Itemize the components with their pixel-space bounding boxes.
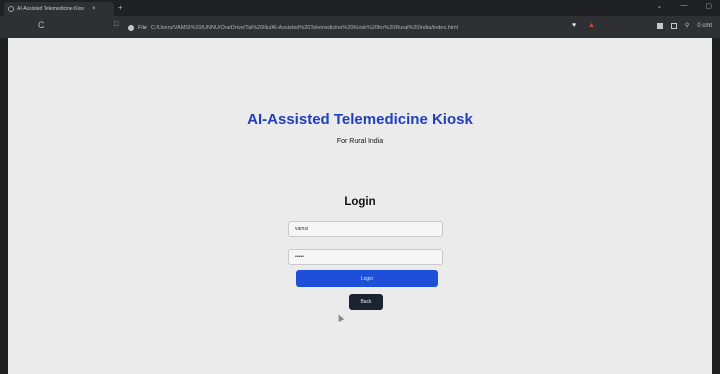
tab-search-icon[interactable]: ⌄ — [657, 2, 663, 10]
back-button[interactable]: Back — [349, 294, 383, 310]
username-input[interactable] — [288, 221, 443, 237]
window-controls: ⌄ — ▢ — [657, 2, 713, 10]
login-heading: Login — [344, 196, 376, 208]
browser-toolbar: C □ File C:/Users/VAMSI%20/UNNU/OneDrive… — [0, 16, 720, 38]
page-title: AI-Assisted Telemedicine Kiosk — [247, 111, 473, 128]
globe-icon — [8, 6, 14, 12]
split-view-icon[interactable] — [670, 22, 677, 29]
file-scheme-label: File — [138, 24, 147, 31]
page-content: AI-Assisted Telemedicine Kiosk For Rural… — [8, 38, 712, 374]
close-icon[interactable]: × — [92, 6, 96, 12]
new-tab-icon[interactable]: + — [118, 3, 123, 12]
mouse-cursor-icon — [335, 313, 345, 322]
tab-title: AI-Assisted Telemedicine Kios — [17, 6, 84, 12]
search-icon[interactable]: ⚲ — [685, 22, 689, 29]
bookmark-icon[interactable]: □ — [114, 21, 118, 28]
page-subtitle: For Rural India — [336, 138, 384, 145]
minimize-icon[interactable]: — — [680, 2, 687, 10]
url-text[interactable]: C:/Users/VAMSI%20/UNNU/OneDrive/Tai%20li… — [151, 25, 458, 31]
shield-icon[interactable]: ♥ — [572, 22, 576, 29]
info-icon[interactable] — [128, 24, 134, 31]
profile-label[interactable]: 0 cmt — [697, 23, 712, 29]
login-button[interactable]: Login — [296, 270, 438, 287]
warning-icon[interactable]: ▲ — [588, 22, 595, 29]
browser-window: AI-Assisted Telemedicine Kios × + ⌄ — ▢ … — [0, 0, 720, 374]
tab-strip: AI-Assisted Telemedicine Kios × + ⌄ — ▢ — [0, 0, 720, 16]
address-bar[interactable]: File C:/Users/VAMSI%20/UNNU/OneDrive/Tai… — [128, 21, 588, 34]
maximize-icon[interactable]: ▢ — [705, 2, 712, 10]
password-input[interactable] — [288, 249, 443, 265]
browser-tab[interactable]: AI-Assisted Telemedicine Kios × — [4, 2, 114, 16]
sidebar-icon[interactable] — [656, 22, 663, 29]
toolbar-right-icons: ⚲ 0 cmt — [656, 22, 712, 29]
refresh-icon[interactable]: C — [38, 20, 45, 30]
